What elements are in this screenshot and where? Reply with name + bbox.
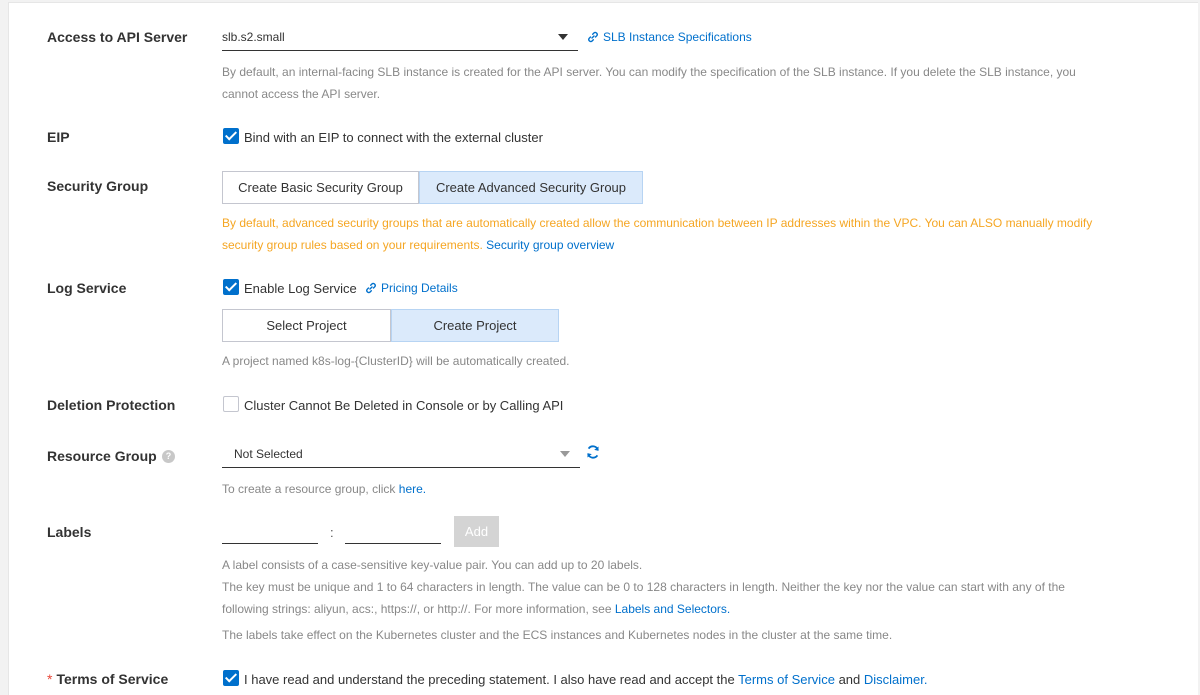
resource-group-select[interactable]: Not Selected	[222, 440, 580, 468]
log-service-checkbox[interactable]	[223, 279, 239, 295]
labels-help-line3: following strings: aliyun, acs:, https:/…	[222, 602, 612, 616]
labels-and-selectors-link[interactable]: Labels and Selectors.	[615, 602, 730, 616]
api-server-help: By default, an internal-facing SLB insta…	[222, 61, 1076, 105]
link-icon	[588, 31, 598, 43]
pricing-details-link[interactable]: Pricing Details	[365, 281, 458, 295]
labels-label: Labels	[47, 524, 92, 540]
security-group-warning-line2: security group rules based on your requi…	[222, 238, 483, 252]
security-group-warning-line1: By default, advanced security groups tha…	[222, 216, 1093, 230]
caret-down-icon	[560, 451, 570, 457]
terms-statement-text: I have read and understand the preceding…	[244, 672, 735, 687]
api-server-label: Access to API Server	[47, 29, 188, 45]
deletion-protection-checkbox[interactable]	[223, 396, 239, 412]
resource-group-select-value: Not Selected	[234, 447, 303, 461]
create-basic-security-group-button[interactable]: Create Basic Security Group	[222, 171, 419, 204]
label-key-input[interactable]	[222, 518, 318, 544]
eip-checkbox-label[interactable]: Bind with an EIP to connect with the ext…	[244, 130, 543, 145]
security-group-label: Security Group	[47, 178, 149, 194]
required-mark: *	[47, 671, 53, 687]
terms-of-service-label: * Terms of Service	[47, 671, 168, 687]
api-server-help-line2: cannot access the API server.	[222, 87, 381, 101]
terms-of-service-label-text: Terms of Service	[56, 671, 169, 687]
resource-group-help-text: To create a resource group, click	[222, 482, 396, 496]
slb-instance-specifications-link-text: SLB Instance Specifications	[603, 30, 752, 44]
security-group-help: By default, advanced security groups tha…	[222, 212, 1092, 256]
disclaimer-link[interactable]: Disclaimer.	[864, 672, 928, 687]
add-label-button[interactable]: Add	[454, 516, 499, 547]
terms-statement: I have read and understand the preceding…	[244, 672, 927, 687]
log-service-label: Log Service	[47, 280, 127, 296]
terms-and-text: and	[838, 672, 861, 687]
caret-down-icon	[558, 34, 568, 40]
refresh-icon[interactable]	[585, 444, 601, 460]
pricing-details-link-text: Pricing Details	[381, 281, 458, 295]
eip-checkbox[interactable]	[223, 128, 239, 144]
log-service-checkbox-label[interactable]: Enable Log Service	[244, 281, 357, 296]
deletion-protection-label: Deletion Protection	[47, 397, 176, 413]
slb-instance-specifications-link[interactable]: SLB Instance Specifications	[587, 30, 752, 44]
key-value-separator: :	[330, 525, 334, 540]
label-value-input[interactable]	[345, 518, 441, 544]
labels-help: A label consists of a case-sensitive key…	[222, 554, 1065, 646]
help-circle-icon[interactable]: ?	[162, 450, 175, 463]
terms-checkbox[interactable]	[223, 670, 239, 686]
api-server-help-line1: By default, an internal-facing SLB insta…	[222, 65, 1076, 79]
eip-label: EIP	[47, 129, 70, 145]
labels-help-line1: A label consists of a case-sensitive key…	[222, 558, 643, 572]
create-advanced-security-group-button[interactable]: Create Advanced Security Group	[419, 171, 643, 204]
terms-of-service-link[interactable]: Terms of Service	[738, 672, 835, 687]
labels-help-line2: The key must be unique and 1 to 64 chara…	[222, 580, 1065, 594]
log-service-help: A project named k8s-log-{ClusterID} will…	[222, 354, 570, 368]
resource-group-help: To create a resource group, click here.	[222, 478, 426, 500]
security-group-overview-link[interactable]: Security group overview	[486, 238, 614, 252]
slb-spec-select-value: slb.s2.small	[222, 30, 285, 44]
slb-spec-select[interactable]: slb.s2.small	[222, 23, 578, 51]
deletion-protection-checkbox-label[interactable]: Cluster Cannot Be Deleted in Console or …	[244, 398, 563, 413]
resource-group-label: Resource Group	[47, 448, 157, 464]
labels-help-line4: The labels take effect on the Kubernetes…	[222, 628, 893, 642]
link-icon	[366, 282, 376, 294]
create-resource-group-link[interactable]: here.	[399, 482, 426, 496]
create-project-button[interactable]: Create Project	[391, 309, 559, 342]
select-project-button[interactable]: Select Project	[222, 309, 391, 342]
